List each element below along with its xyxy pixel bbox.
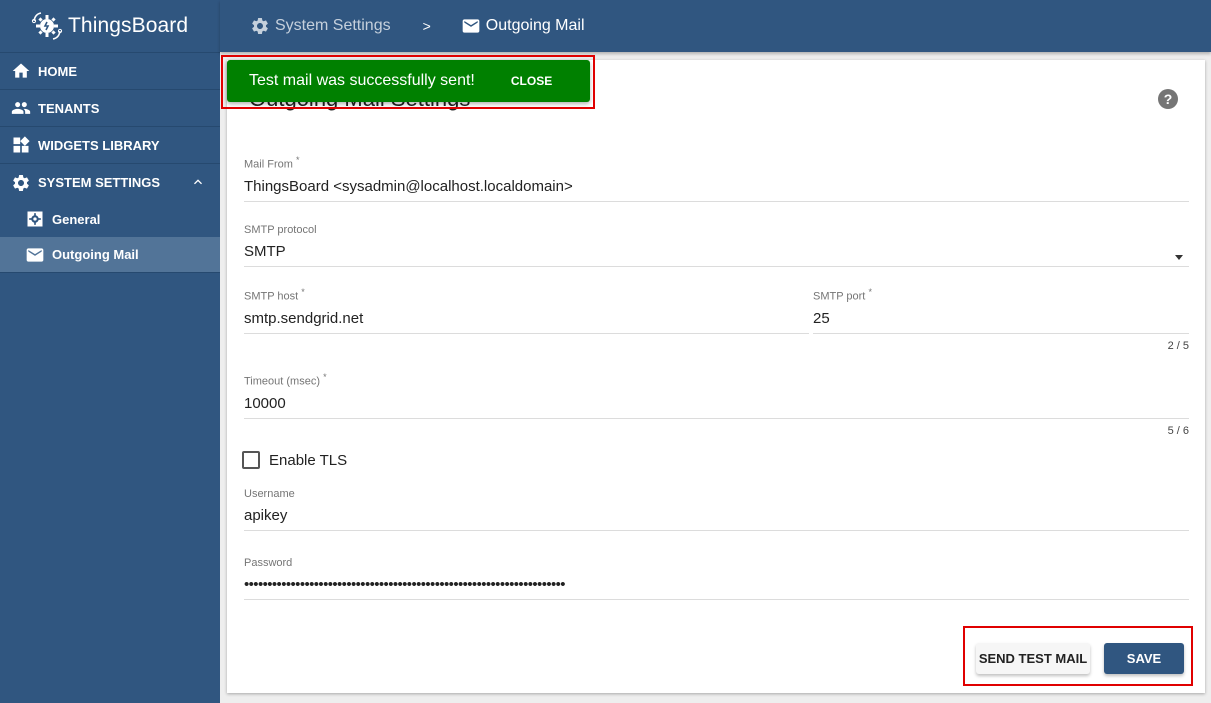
logo[interactable]: ThingsBoard	[0, 0, 220, 53]
sidebar-item-widgets-library[interactable]: WIDGETS LIBRARY	[0, 127, 220, 164]
smtp-host-input[interactable]: smtp.sendgrid.net	[244, 310, 809, 330]
password-field[interactable]: Password •••••••••••••••••••••••••••••••…	[244, 557, 1189, 600]
sidebar-item-system-settings[interactable]: SYSTEM SETTINGS	[0, 164, 220, 201]
sidebar-item-general[interactable]: General	[0, 201, 220, 237]
save-button[interactable]: SAVE	[1104, 643, 1184, 674]
mail-from-input[interactable]: ThingsBoard <sysadmin@localhost.localdom…	[244, 178, 1189, 198]
gear-icon	[252, 17, 268, 34]
field-label: Mail From	[244, 158, 293, 171]
app-title: ThingsBoard	[68, 14, 189, 37]
field-label: SMTP port	[813, 290, 866, 303]
field-label: Username	[244, 488, 295, 500]
breadcrumb-separator: >	[422, 18, 431, 34]
char-counter: 5 / 6	[1167, 424, 1189, 437]
smtp-port-input[interactable]: 25	[813, 310, 1189, 330]
field-label: Password	[244, 557, 293, 569]
sidebar-item-label: Outgoing Mail	[52, 247, 139, 262]
timeout-field[interactable]: Timeout (msec) * 10000 5 / 6	[244, 372, 1189, 437]
username-input[interactable]: apikey	[244, 507, 1189, 527]
dropdown-arrow-icon[interactable]	[1175, 255, 1183, 260]
smtp-protocol-value[interactable]: SMTP	[244, 243, 1189, 263]
top-bar: System Settings > Outgoing Mail	[220, 0, 1211, 52]
sidebar-item-label: TENANTS	[38, 100, 100, 116]
settings-card: Outgoing Mail Settings ? Mail From * Thi…	[227, 60, 1205, 693]
breadcrumb-outgoing-mail: Outgoing Mail	[461, 16, 585, 36]
breadcrumb-system-settings[interactable]: System Settings	[250, 16, 391, 36]
help-icon[interactable]: ?	[1158, 89, 1178, 109]
field-label: Timeout (msec)	[244, 375, 320, 388]
smtp-protocol-select[interactable]: SMTP protocol SMTP	[244, 224, 1189, 267]
breadcrumb-label: Outgoing Mail	[485, 17, 585, 34]
mail-icon	[462, 19, 480, 33]
sidebar-item-label: HOME	[38, 63, 77, 79]
breadcrumb-label: System Settings	[275, 17, 391, 34]
char-counter: 2 / 5	[1167, 339, 1189, 352]
sidebar: ThingsBoard HOME TENANTS WIDGETS LIBRARY…	[0, 0, 220, 703]
checkbox-label: Enable TLS	[269, 451, 348, 469]
widgets-icon	[11, 135, 31, 155]
gear-icon	[11, 173, 31, 193]
timeout-input[interactable]: 10000	[244, 395, 1189, 415]
people-icon	[11, 98, 31, 118]
chevron-up-icon[interactable]	[190, 174, 206, 190]
success-toast: Test mail was successfully sent! CLOSE	[227, 60, 590, 102]
settings-box-icon	[25, 209, 45, 229]
sidebar-item-tenants[interactable]: TENANTS	[0, 90, 220, 127]
field-label: SMTP protocol	[244, 224, 317, 236]
sidebar-item-home[interactable]: HOME	[0, 53, 220, 90]
enable-tls-checkbox[interactable]: Enable TLS	[242, 451, 347, 469]
sidebar-item-outgoing-mail[interactable]: Outgoing Mail	[0, 237, 220, 273]
mail-icon	[25, 245, 45, 265]
toast-close-button[interactable]: CLOSE	[511, 74, 552, 88]
field-label: SMTP host	[244, 290, 299, 303]
sidebar-item-label: SYSTEM SETTINGS	[38, 175, 161, 190]
smtp-host-field[interactable]: SMTP host * smtp.sendgrid.net	[244, 287, 809, 334]
toast-message: Test mail was successfully sent!	[249, 72, 475, 89]
checkbox-box[interactable]	[242, 451, 260, 469]
thingsboard-logo-icon	[31, 12, 63, 40]
home-icon	[11, 61, 31, 81]
send-test-mail-button[interactable]: SEND TEST MAIL	[976, 643, 1090, 674]
mail-from-field[interactable]: Mail From * ThingsBoard <sysadmin@localh…	[244, 155, 1189, 202]
password-input[interactable]: ••••••••••••••••••••••••••••••••••••••••…	[244, 576, 1189, 596]
sidebar-item-label: WIDGETS LIBRARY	[38, 137, 160, 153]
sidebar-item-label: General	[52, 211, 101, 227]
username-field[interactable]: Username apikey	[244, 488, 1189, 531]
smtp-port-field[interactable]: SMTP port * 25 2 / 5	[813, 287, 1189, 352]
